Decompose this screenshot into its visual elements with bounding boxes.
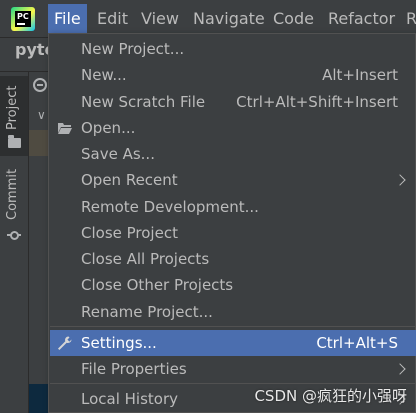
tool-tab-project[interactable]: Project — [0, 76, 28, 156]
left-tool-strip: Project Commit — [0, 72, 29, 413]
tool-tab-commit-label: Commit — [5, 168, 20, 220]
file-menu-dropdown: New Project... New... Alt+Insert New Scr… — [48, 33, 416, 413]
menu-item-open[interactable]: Open... — [50, 115, 416, 141]
menu-run-partial[interactable]: R — [400, 4, 416, 33]
menu-view[interactable]: View — [135, 4, 185, 33]
menu-item-rename-project[interactable]: Rename Project... — [50, 299, 416, 325]
menu-item-new-project[interactable]: New Project... — [50, 36, 416, 62]
menu-navigate[interactable]: Navigate — [187, 4, 271, 33]
tool-tab-commit[interactable]: Commit — [0, 168, 28, 248]
folder-open-icon — [58, 123, 72, 134]
wrench-icon — [58, 336, 72, 350]
shortcut-text: Ctrl+Alt+Shift+Insert — [236, 93, 398, 111]
menu-item-new[interactable]: New... Alt+Insert — [50, 62, 416, 88]
chevron-right-icon — [394, 363, 406, 375]
pycharm-logo-icon: PC — [11, 7, 35, 31]
menu-item-close-all-projects[interactable]: Close All Projects — [50, 246, 416, 272]
tool-tab-project-label: Project — [5, 85, 20, 130]
shortcut-text: Ctrl+Alt+S — [316, 334, 398, 352]
menu-file[interactable]: File — [48, 4, 87, 33]
menu-code[interactable]: Code — [267, 4, 320, 33]
menu-separator — [50, 326, 416, 327]
menu-separator — [50, 383, 416, 384]
menu-edit[interactable]: Edit — [91, 4, 134, 33]
menu-item-open-recent[interactable]: Open Recent — [50, 167, 416, 193]
locate-icon[interactable] — [33, 78, 47, 92]
menu-item-file-properties[interactable]: File Properties — [50, 356, 416, 382]
menu-item-new-scratch-file[interactable]: New Scratch File Ctrl+Alt+Shift+Insert — [50, 89, 416, 115]
shortcut-text: Alt+Insert — [322, 66, 398, 84]
folder-icon — [8, 135, 21, 148]
chevron-right-icon — [394, 174, 406, 186]
menu-item-settings[interactable]: Settings... Ctrl+Alt+S — [50, 330, 416, 356]
menu-item-remote-development[interactable]: Remote Development... — [50, 194, 416, 220]
chevron-down-icon[interactable]: ∨ — [37, 108, 46, 122]
menu-item-close-other-projects[interactable]: Close Other Projects — [50, 272, 416, 298]
menu-refactor[interactable]: Refactor — [322, 4, 401, 33]
watermark: CSDN @疯狂的小强呀 — [254, 387, 407, 405]
commit-icon — [7, 228, 21, 242]
menu-item-save-as[interactable]: Save As... — [50, 141, 416, 167]
menu-item-close-project[interactable]: Close Project — [50, 220, 416, 246]
